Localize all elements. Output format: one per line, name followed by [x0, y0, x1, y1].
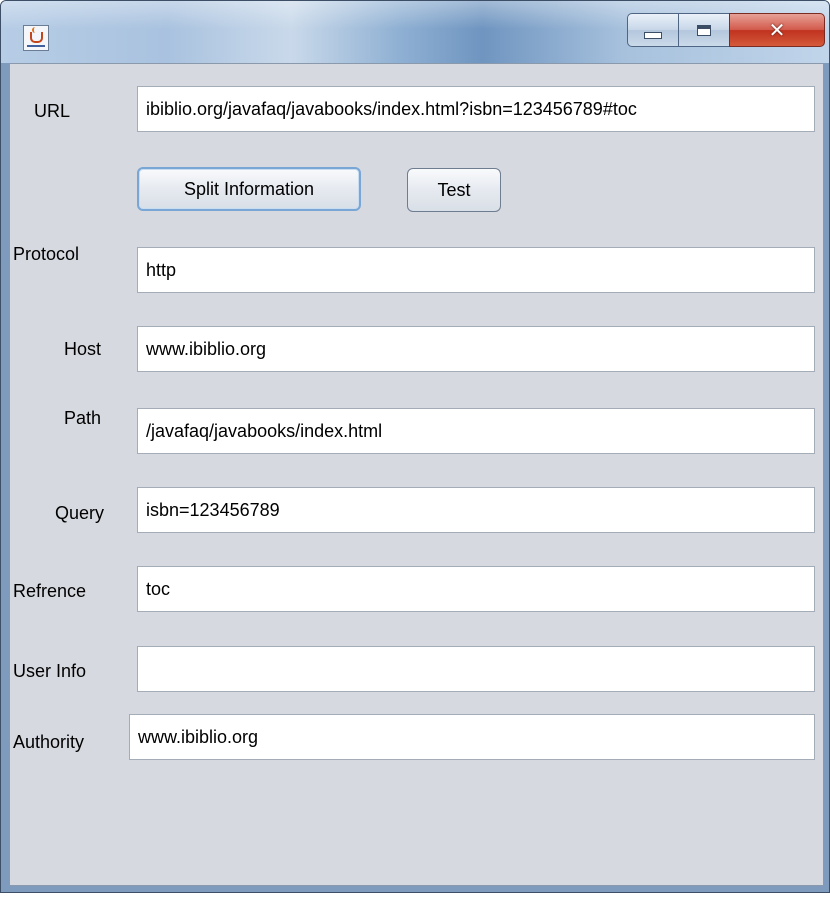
- form-panel: URL ibiblio.org/javafaq/javabooks/index.…: [9, 63, 824, 886]
- reference-field[interactable]: toc: [137, 566, 815, 612]
- reference-label: Refrence: [13, 581, 87, 601]
- host-field[interactable]: www.ibiblio.org: [137, 326, 815, 372]
- query-field[interactable]: isbn=123456789: [137, 487, 815, 533]
- url-label: URL: [34, 101, 71, 121]
- close-icon: ✕: [768, 18, 786, 42]
- maximize-button[interactable]: [678, 13, 730, 47]
- split-information-button[interactable]: Split Information: [137, 167, 361, 211]
- test-button[interactable]: Test: [407, 168, 501, 212]
- authority-label: Authority: [13, 732, 85, 752]
- protocol-label: Protocol: [13, 244, 80, 264]
- user-info-field[interactable]: [137, 646, 815, 692]
- path-field[interactable]: /javafaq/javabooks/index.html: [137, 408, 815, 454]
- maximize-icon: [697, 24, 711, 36]
- user-info-label: User Info: [13, 661, 87, 681]
- protocol-field[interactable]: http: [137, 247, 815, 293]
- url-input[interactable]: ibiblio.org/javafaq/javabooks/index.html…: [137, 86, 815, 132]
- minimize-button[interactable]: [627, 13, 679, 47]
- path-label: Path: [64, 408, 102, 428]
- minimize-icon: [644, 31, 662, 39]
- app-window: ✕ URL ibiblio.org/javafaq/javabooks/inde…: [0, 0, 830, 893]
- host-label: Host: [64, 339, 102, 359]
- close-button[interactable]: ✕: [729, 13, 825, 47]
- java-cup-icon[interactable]: [23, 25, 49, 51]
- authority-field[interactable]: www.ibiblio.org: [129, 714, 815, 760]
- query-label: Query: [55, 503, 105, 523]
